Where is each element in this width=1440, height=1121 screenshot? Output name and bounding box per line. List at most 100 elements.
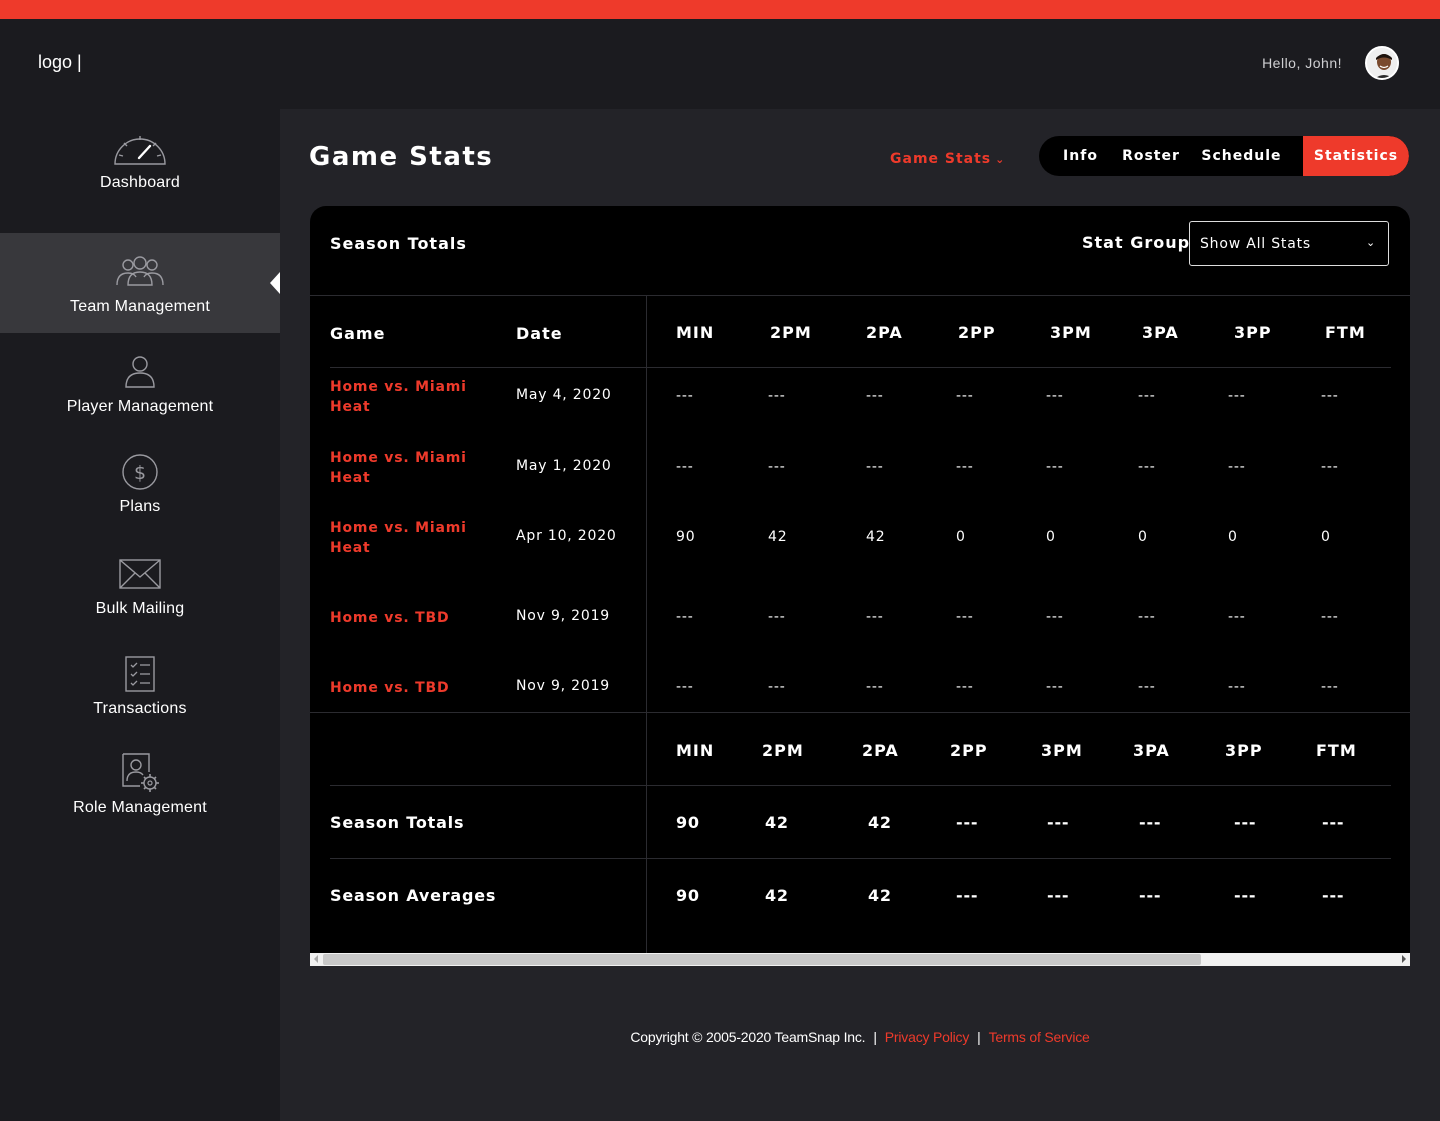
scrollbar-thumb[interactable]: [323, 954, 1201, 965]
avatar[interactable]: [1365, 46, 1399, 80]
stats-card: Season Totals Stat Group Show All Stats …: [310, 206, 1410, 966]
terms-of-service-link[interactable]: Terms of Service: [989, 1029, 1090, 1045]
card-title: Season Totals: [330, 234, 467, 253]
top-accent-bar: [0, 0, 1440, 19]
summary-stat-cell: 42: [765, 886, 789, 905]
privacy-policy-link[interactable]: Privacy Policy: [885, 1029, 970, 1045]
game-link[interactable]: Home vs. Miami Heat: [330, 377, 470, 417]
stat-group-select[interactable]: Show All Stats ⌄: [1189, 221, 1389, 266]
sidebar-item-transactions[interactable]: Transactions: [0, 635, 280, 735]
sidebar-item-plans[interactable]: $ Plans: [0, 433, 280, 533]
stat-cell: ---: [1046, 609, 1064, 625]
tab-info[interactable]: Info: [1039, 136, 1122, 176]
svg-text:$: $: [134, 462, 146, 484]
logo[interactable]: logo |: [38, 52, 82, 73]
main-content: Game Stats Game Stats ⌄ Info Roster Sched…: [280, 109, 1440, 1121]
stat-cell: ---: [956, 459, 974, 475]
stat-cell: ---: [1321, 679, 1339, 695]
stat-cell: ---: [1138, 609, 1156, 625]
game-link[interactable]: Home vs. TBD: [330, 608, 470, 628]
user-icon: [112, 350, 168, 394]
stat-cell: 0: [1321, 529, 1331, 545]
stat-cell: 0: [956, 529, 966, 545]
summary-header-3pa: 3PA: [1133, 741, 1170, 760]
stat-cell: ---: [1228, 388, 1246, 404]
stat-cell: ---: [1321, 459, 1339, 475]
app-header: logo | Hello, John!: [0, 19, 1440, 109]
stat-cell: ---: [956, 679, 974, 695]
user-greeting: Hello, John!: [1262, 55, 1342, 71]
divider: [310, 712, 1410, 713]
summary-header-3pm: 3PM: [1041, 741, 1083, 760]
stat-cell: ---: [676, 679, 694, 695]
tab-schedule[interactable]: Schedule: [1180, 136, 1303, 176]
sidebar-item-bulk-mailing[interactable]: Bulk Mailing: [0, 535, 280, 635]
column-header-3pa: 3PA: [1142, 323, 1179, 342]
stat-cell: ---: [866, 679, 884, 695]
divider: [310, 295, 1410, 296]
stat-cell: 0: [1228, 529, 1238, 545]
game-stats-dropdown-label: Game Stats: [890, 151, 992, 167]
game-link[interactable]: Home vs. Miami Heat: [330, 448, 470, 488]
summary-stat-cell: ---: [1139, 813, 1162, 832]
scroll-right-arrow-icon[interactable]: [1402, 955, 1406, 963]
column-header-date: Date: [516, 324, 563, 343]
summary-stat-cell: ---: [1047, 813, 1070, 832]
summary-stat-cell: ---: [1322, 886, 1345, 905]
summary-stat-cell: 90: [676, 886, 700, 905]
stat-cell: ---: [1321, 388, 1339, 404]
tab-statistics[interactable]: Statistics: [1303, 136, 1409, 176]
horizontal-scrollbar[interactable]: [310, 953, 1410, 966]
sidebar-item-dashboard[interactable]: Dashboard: [0, 109, 280, 209]
stat-cell: ---: [866, 388, 884, 404]
avatar-image: [1367, 48, 1397, 78]
summary-stat-cell: ---: [956, 813, 979, 832]
stat-cell: ---: [768, 459, 786, 475]
tab-roster[interactable]: Roster: [1122, 136, 1180, 176]
column-header-game: Game: [330, 324, 386, 343]
stat-cell: ---: [1228, 679, 1246, 695]
summary-header-2pm: 2PM: [762, 741, 804, 760]
column-header-2pp: 2PP: [958, 323, 996, 342]
chevron-down-icon: ⌄: [995, 153, 1006, 166]
summary-stat-cell: ---: [1047, 886, 1070, 905]
game-link[interactable]: Home vs. Miami Heat: [330, 518, 470, 558]
active-indicator: [270, 272, 280, 294]
copyright-text: Copyright © 2005-2020 TeamSnap Inc.: [630, 1029, 866, 1045]
stat-group-value: Show All Stats: [1200, 236, 1311, 252]
stat-cell: ---: [1046, 679, 1064, 695]
summary-stat-cell: ---: [1234, 886, 1257, 905]
stat-cell: ---: [768, 388, 786, 404]
stat-cell: ---: [866, 609, 884, 625]
game-link[interactable]: Home vs. TBD: [330, 678, 470, 698]
scroll-left-arrow-icon[interactable]: [314, 955, 318, 963]
sidebar-item-player-management[interactable]: Player Management: [0, 333, 280, 433]
stat-cell: ---: [1046, 388, 1064, 404]
summary-header-2pa: 2PA: [862, 741, 899, 760]
stat-cell: ---: [1321, 609, 1339, 625]
column-header-3pm: 3PM: [1050, 323, 1092, 342]
stat-cell: ---: [676, 609, 694, 625]
summary-row-label: Season Averages: [330, 886, 497, 905]
page-title: Game Stats: [309, 142, 494, 172]
section-tabs: Info Roster Schedule Statistics: [1039, 136, 1409, 176]
sidebar-item-role-management[interactable]: Role Management: [0, 734, 280, 834]
summary-stat-cell: ---: [1139, 886, 1162, 905]
stat-cell: ---: [956, 388, 974, 404]
stat-cell: ---: [1046, 459, 1064, 475]
footer-separator: |: [977, 1029, 981, 1045]
sidebar-item-label: Plans: [119, 498, 161, 515]
stat-cell: ---: [1138, 679, 1156, 695]
stat-cell: 0: [1046, 529, 1056, 545]
divider: [330, 785, 1391, 786]
sidebar-item-label: Dashboard: [99, 174, 181, 191]
summary-row-label: Season Totals: [330, 813, 465, 832]
stat-cell: ---: [768, 609, 786, 625]
sidebar-item-team-management[interactable]: Team Management: [0, 233, 280, 333]
game-stats-dropdown[interactable]: Game Stats ⌄: [890, 151, 1005, 167]
summary-header-ftm: FTM: [1316, 741, 1357, 760]
stat-cell: 42: [768, 529, 788, 545]
summary-stat-cell: ---: [1322, 813, 1345, 832]
summary-header-2pp: 2PP: [950, 741, 988, 760]
game-date: Apr 10, 2020: [516, 528, 617, 544]
